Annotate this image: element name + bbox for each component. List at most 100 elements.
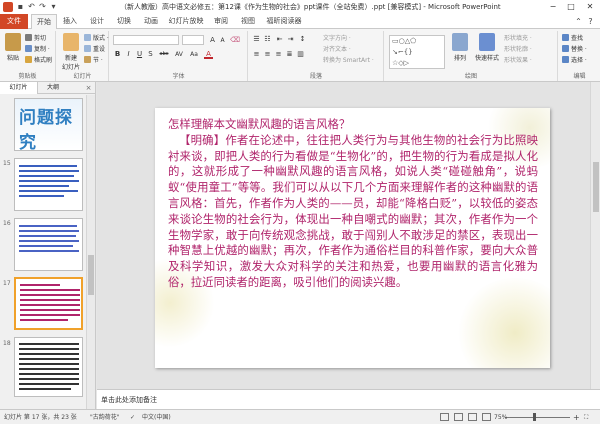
increase-indent-icon[interactable]: ⇥: [286, 35, 295, 44]
maximize-button[interactable]: □: [562, 0, 580, 14]
paste-button[interactable]: 粘贴: [2, 33, 24, 62]
normal-view-icon[interactable]: [440, 413, 449, 421]
thumbnail-text-line: [19, 343, 79, 345]
tab-slideshow[interactable]: 幻灯片放映: [166, 14, 206, 29]
select-button[interactable]: 选择 ·: [562, 56, 587, 66]
thumbnail-text-line: [19, 373, 79, 375]
slide-thumbnail[interactable]: [14, 337, 83, 397]
grow-font-icon[interactable]: A: [208, 36, 217, 45]
minimize-ribbon-icon[interactable]: ⌃: [574, 17, 583, 26]
decrease-indent-icon[interactable]: ⇤: [275, 35, 284, 44]
help-icon[interactable]: ?: [586, 17, 595, 26]
numbering-icon[interactable]: ☷: [263, 35, 272, 44]
thumbnail-text-line: [20, 299, 80, 301]
current-slide[interactable]: 怎样理解本文幽默风趣的语言风格？ 【明确】作者在论述中，往往把人类行为与其他生物…: [155, 108, 550, 368]
thumbnail-text-line: [20, 284, 60, 286]
slideshow-view-icon[interactable]: [482, 413, 491, 421]
editing-group-label: 编辑: [573, 73, 586, 80]
slide-text-box[interactable]: 怎样理解本文幽默风趣的语言风格？ 【明确】作者在论述中，往往把人类行为与其他生物…: [168, 117, 538, 291]
notes-pane[interactable]: 单击此处添加备注: [97, 389, 600, 409]
new-slide-icon: [63, 33, 79, 51]
tab-review[interactable]: 审阅: [210, 14, 232, 29]
justify-icon[interactable]: ≣: [285, 50, 294, 59]
save-icon[interactable]: ▪: [16, 2, 25, 11]
align-text-button[interactable]: 对齐文本 ·: [323, 45, 351, 55]
new-slide-button[interactable]: 新建 幻灯片: [59, 33, 83, 71]
slide-body: 【明确】作者在论述中，往往把人类行为与其他生物的社会行为比照映衬来谈，即把人类的…: [168, 132, 538, 289]
slide-thumbnail[interactable]: 问题探究: [14, 98, 83, 151]
font-color-button[interactable]: A: [204, 50, 213, 59]
clipboard-group: 粘贴 剪切 复制 · 格式刷 剪贴板: [0, 31, 56, 81]
close-pane-icon[interactable]: ×: [84, 83, 93, 93]
redo-icon[interactable]: ↷: [38, 2, 47, 11]
tab-view[interactable]: 视图: [237, 14, 259, 29]
quick-styles-button[interactable]: 快速样式: [473, 33, 501, 62]
replace-button[interactable]: 替换 ·: [562, 45, 587, 55]
copy-button[interactable]: 复制 ·: [25, 45, 50, 55]
tab-outline-pane[interactable]: 大纲: [40, 82, 66, 94]
line-spacing-icon[interactable]: ↕: [298, 35, 307, 44]
slide-thumbnail[interactable]: [14, 218, 83, 271]
bold-button[interactable]: B: [113, 50, 122, 59]
slide-thumbnail[interactable]: [14, 158, 83, 211]
change-case-button[interactable]: Aa: [188, 50, 200, 59]
arrange-button[interactable]: 排列: [449, 33, 471, 62]
convert-smartart-button[interactable]: 转换为 SmartArt ·: [323, 56, 374, 66]
align-left-icon[interactable]: ≡: [252, 50, 261, 59]
bullets-icon[interactable]: ☰: [252, 35, 261, 44]
close-button[interactable]: ✕: [581, 0, 599, 14]
tab-design[interactable]: 设计: [86, 14, 108, 29]
scrollbar-thumb[interactable]: [593, 162, 599, 212]
tab-animations[interactable]: 动画: [140, 14, 162, 29]
customize-toolbar-icon[interactable]: ▾: [49, 2, 58, 11]
language-indicator[interactable]: 中文(中国): [142, 412, 171, 423]
align-center-icon[interactable]: ≡: [263, 50, 272, 59]
slide-thumbnail-selected[interactable]: [14, 277, 83, 330]
tab-transitions[interactable]: 切换: [113, 14, 135, 29]
fit-to-window-icon[interactable]: ⛶: [584, 412, 588, 423]
underline-button[interactable]: U: [135, 50, 144, 59]
shape-outline-button[interactable]: 形状轮廓 ·: [504, 45, 532, 55]
zoom-in-icon[interactable]: +: [573, 412, 580, 423]
zoom-slider-handle[interactable]: [533, 413, 536, 421]
layout-button[interactable]: 版式 ·: [84, 34, 109, 44]
tab-home[interactable]: 开始: [31, 14, 57, 30]
character-spacing-button[interactable]: AV: [173, 50, 185, 59]
columns-icon[interactable]: ▥: [296, 50, 305, 59]
thumbnail-text-line: [19, 368, 79, 370]
slide-sorter-view-icon[interactable]: [454, 413, 463, 421]
tab-slides-pane[interactable]: 幻灯片: [0, 82, 38, 94]
shrink-font-icon[interactable]: A: [218, 36, 227, 45]
clear-format-icon[interactable]: ⌫: [230, 36, 240, 45]
strikethrough-button[interactable]: abc: [157, 50, 171, 59]
slide-scrollbar[interactable]: [590, 82, 600, 389]
scrollbar-thumb[interactable]: [88, 255, 94, 295]
tab-foxit-reader[interactable]: 福昕阅读器: [263, 14, 305, 29]
italic-button[interactable]: I: [124, 50, 133, 59]
thumbnail-number: 18: [3, 340, 11, 347]
section-button[interactable]: 节 ·: [84, 56, 103, 66]
zoom-slider[interactable]: [510, 417, 570, 418]
thumbnail-text-line: [20, 314, 80, 316]
cut-button[interactable]: 剪切: [25, 34, 46, 44]
reset-button[interactable]: 重设: [84, 45, 105, 55]
reading-view-icon[interactable]: [468, 413, 477, 421]
format-painter-button[interactable]: 格式刷: [25, 56, 52, 66]
shapes-gallery[interactable]: ▭○△⬠ ↘⌐{} ☆◇▷: [389, 35, 445, 69]
spell-check-icon[interactable]: ✓: [130, 412, 135, 423]
tab-file[interactable]: 文件: [0, 14, 28, 29]
align-right-icon[interactable]: ≡: [274, 50, 283, 59]
thumbnail-scrollbar[interactable]: [86, 95, 95, 409]
font-group-label: 字体: [172, 73, 185, 80]
undo-icon[interactable]: ↶: [27, 2, 36, 11]
shape-fill-button[interactable]: 形状填充 ·: [504, 34, 532, 44]
text-direction-button[interactable]: 文字方向 ·: [323, 34, 351, 44]
font-group: A A ⌫ B I U S abc AV Aa A 字体: [110, 31, 248, 81]
tab-insert[interactable]: 插入: [59, 14, 81, 29]
shape-effects-button[interactable]: 形状效果 ·: [504, 56, 532, 66]
shadow-button[interactable]: S: [146, 50, 155, 59]
minimize-button[interactable]: −: [544, 0, 562, 14]
find-button[interactable]: 查找: [562, 34, 583, 44]
font-name-dropdown[interactable]: [113, 35, 179, 45]
font-size-dropdown[interactable]: [182, 35, 204, 45]
